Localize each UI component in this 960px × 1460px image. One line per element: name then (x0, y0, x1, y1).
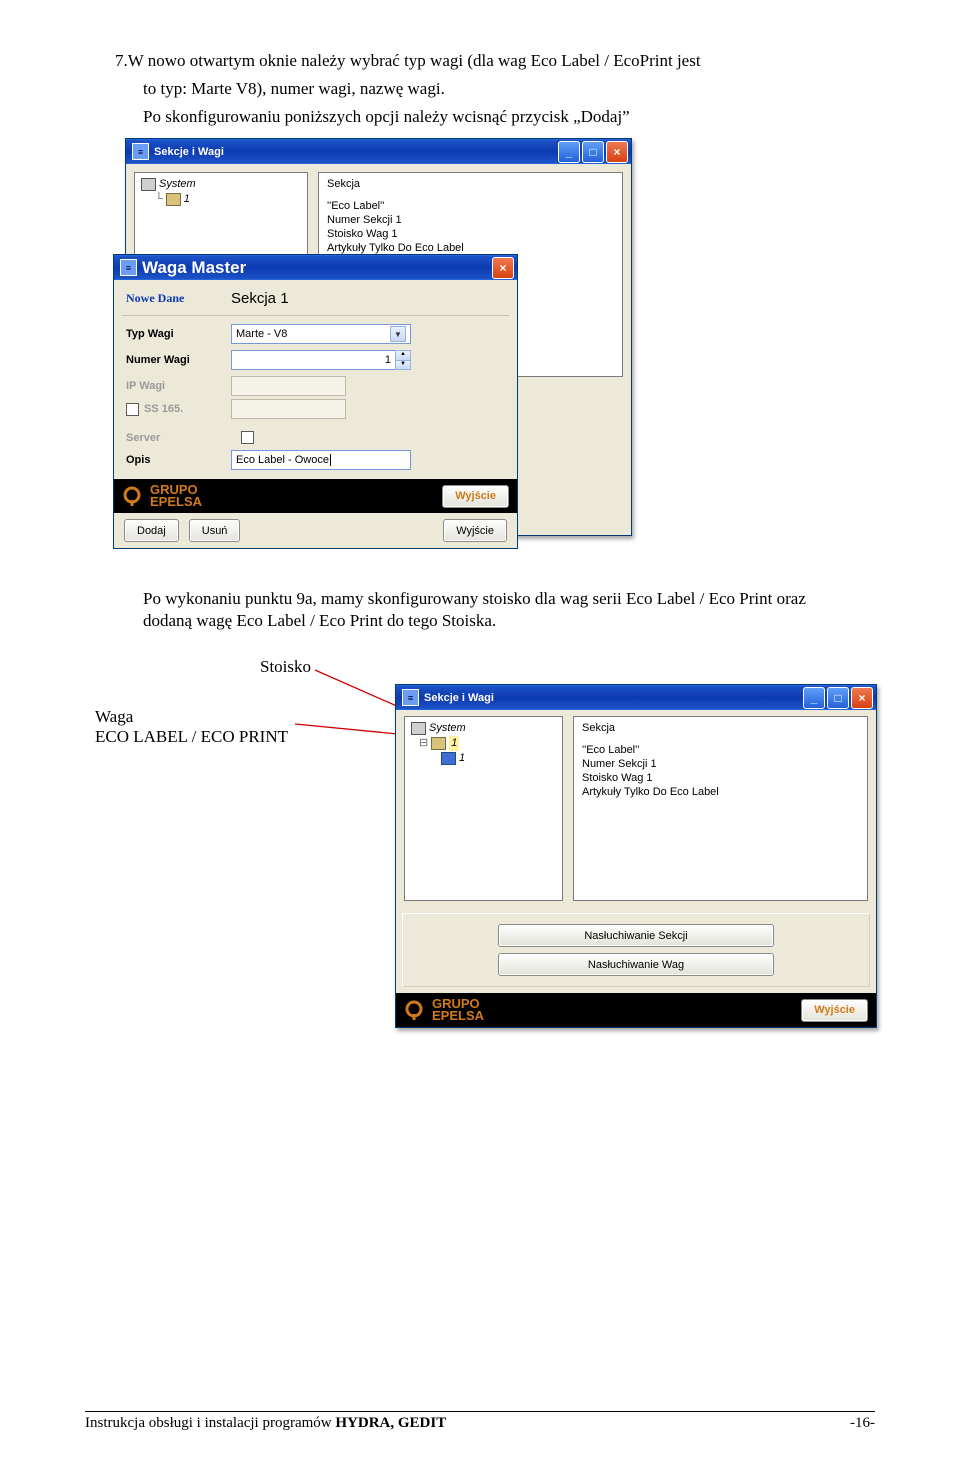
instruction-line: to typ: Marte V8), numer wagi, nazwę wag… (143, 78, 875, 100)
chevron-down-icon: ▼ (390, 326, 406, 342)
close-button[interactable]: × (606, 141, 628, 163)
app-icon: ≡ (402, 689, 419, 706)
label-typ-wagi: Typ Wagi (126, 328, 231, 340)
opis-input[interactable]: Eco Label - Owoce (231, 450, 411, 470)
nasluchiwanie-wag-button[interactable]: Nasłuchiwanie Wag (498, 953, 774, 976)
post-text: Po wykonaniu punktu 9a, mamy skonfigurow… (143, 588, 845, 632)
ip-wagi-input (231, 376, 346, 396)
listen-panel: Nasłuchiwanie Sekcji Nasłuchiwanie Wag (402, 913, 870, 987)
brand-icon (122, 486, 142, 506)
nasluchiwanie-sekcji-button[interactable]: Nasłuchiwanie Sekcji (498, 924, 774, 947)
nowe-dane-label: Nowe Dane (126, 291, 231, 306)
window-title: Sekcje i Wagi (154, 146, 224, 158)
section-header: Sekcja 1 (231, 290, 289, 307)
usun-button[interactable]: Usuń (189, 519, 241, 542)
numer-wagi-input[interactable]: 1 (231, 350, 396, 370)
wyjscie-button[interactable]: Wyjście (442, 485, 509, 508)
label-numer-wagi: Numer Wagi (126, 354, 231, 366)
close-button[interactable]: × (851, 687, 873, 709)
label-ss165: SS 165. (126, 403, 231, 416)
window-waga-master: ≡ Waga Master × Nowe Dane Sekcja 1 Typ W… (113, 254, 518, 549)
label-opis: Opis (126, 454, 231, 466)
label-server: Server (126, 432, 231, 444)
brand-icon (404, 1000, 424, 1020)
wyjscie-button[interactable]: Wyjście (801, 999, 868, 1022)
brand-bar: GRUPOEPELSA Wyjście (114, 479, 517, 513)
spinner-up[interactable]: ▲ (396, 351, 410, 361)
tree-view[interactable]: System ⊟1 1 (404, 716, 563, 901)
app-icon: ≡ (132, 143, 149, 160)
ss165-checkbox (126, 403, 139, 416)
info-panel: Sekcja ''Eco Label'' Numer Sekcji 1 Stoi… (573, 716, 868, 901)
ss165-input (231, 399, 346, 419)
maximize-button[interactable]: □ (582, 141, 604, 163)
brand-bar: GRUPOEPELSA Wyjście (396, 993, 876, 1027)
spinner-down[interactable]: ▼ (396, 361, 410, 370)
minimize-button[interactable]: _ (558, 141, 580, 163)
window-title: Sekcje i Wagi (424, 692, 494, 704)
minimize-button[interactable]: _ (803, 687, 825, 709)
wyjscie-button-2[interactable]: Wyjście (443, 519, 507, 542)
app-icon: ≡ (120, 259, 137, 276)
window-sekcje-i-wagi-2: ≡ Sekcje i Wagi _ □ × System ⊟1 1 Sekcja… (395, 684, 877, 1028)
label-ip-wagi: IP Wagi (126, 380, 231, 392)
server-checkbox[interactable] (241, 431, 254, 444)
window-title: Waga Master (142, 258, 246, 278)
instruction-line: 7.W nowo otwartym oknie należy wybrać ty… (115, 50, 875, 72)
maximize-button[interactable]: □ (827, 687, 849, 709)
close-button[interactable]: × (492, 257, 514, 279)
typ-wagi-select[interactable]: Marte - V8▼ (231, 324, 411, 344)
dodaj-button[interactable]: Dodaj (124, 519, 179, 542)
page-footer: Instrukcja obsługi i instalacji programó… (85, 1411, 875, 1432)
instruction-line: Po skonfigurowaniu poniższych opcji nale… (143, 106, 875, 128)
